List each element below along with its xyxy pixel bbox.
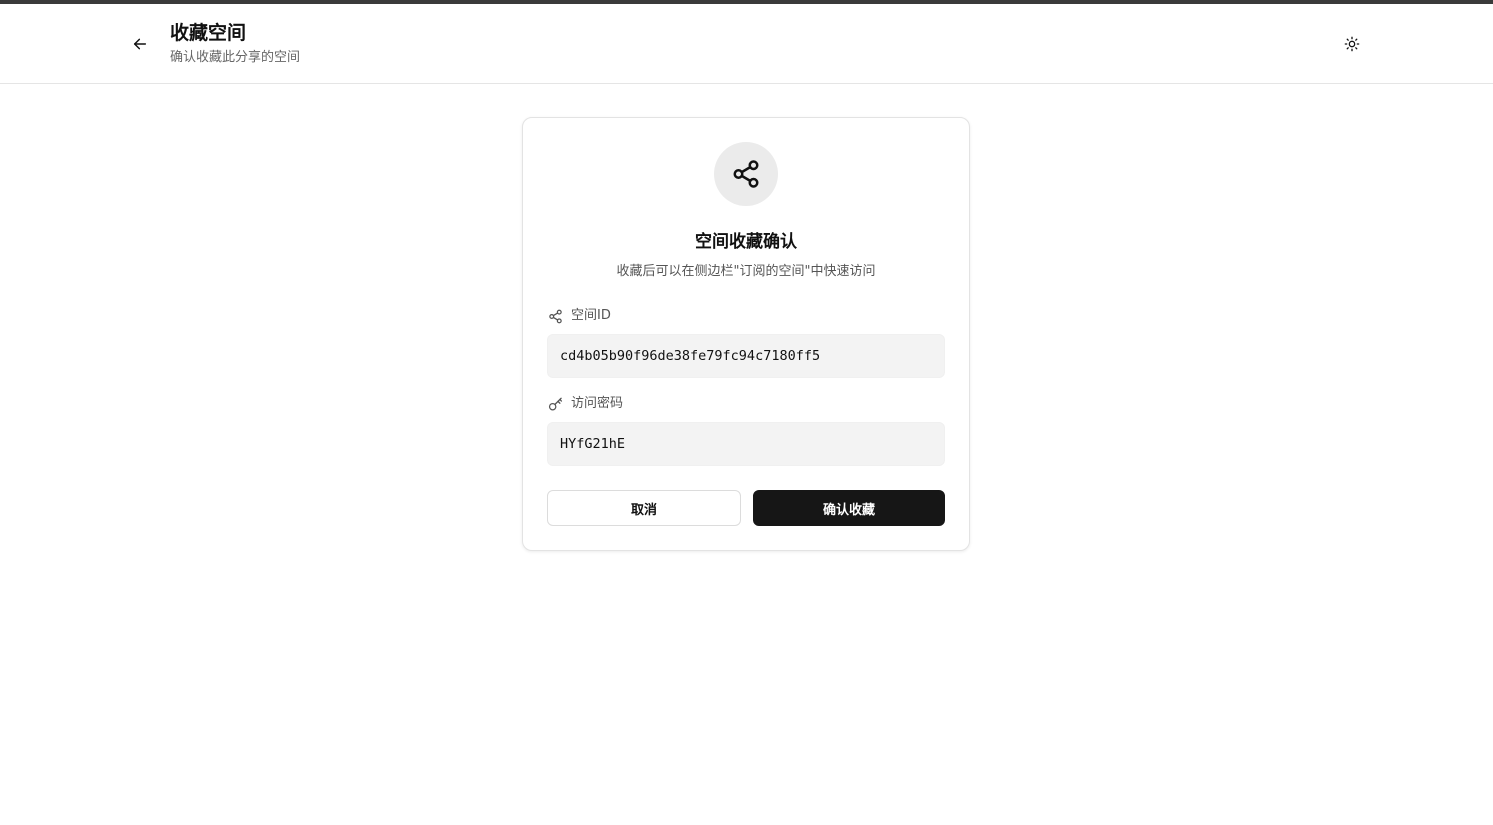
card-icon-circle bbox=[714, 142, 778, 206]
sun-icon bbox=[1344, 36, 1360, 52]
space-id-label: 空间ID bbox=[547, 307, 611, 325]
card-description: 收藏后可以在侧边栏"订阅的空间"中快速访问 bbox=[616, 264, 876, 279]
password-field[interactable] bbox=[547, 422, 945, 466]
back-button[interactable] bbox=[126, 30, 154, 58]
share-icon bbox=[733, 160, 759, 188]
confirm-collect-button[interactable]: 确认收藏 bbox=[753, 490, 945, 526]
password-label-text: 访问密码 bbox=[571, 396, 624, 411]
page-title: 收藏空间 bbox=[170, 22, 247, 44]
space-id-field[interactable] bbox=[547, 334, 945, 378]
arrow-left-icon bbox=[133, 38, 147, 50]
cancel-button[interactable]: 取消 bbox=[547, 490, 741, 526]
password-label: 访问密码 bbox=[547, 395, 623, 413]
collect-confirm-card: 空间收藏确认 收藏后可以在侧边栏"订阅的空间"中快速访问 空间ID 访问密码 bbox=[522, 117, 970, 551]
page-header: 收藏空间 确认收藏此分享的空间 bbox=[0, 4, 1493, 84]
key-icon bbox=[547, 396, 563, 412]
theme-toggle-button[interactable] bbox=[1338, 30, 1366, 58]
share-icon bbox=[547, 308, 563, 324]
space-id-label-text: 空间ID bbox=[571, 308, 611, 323]
card-title: 空间收藏确认 bbox=[695, 232, 797, 252]
page-subtitle: 确认收藏此分享的空间 bbox=[170, 50, 301, 65]
